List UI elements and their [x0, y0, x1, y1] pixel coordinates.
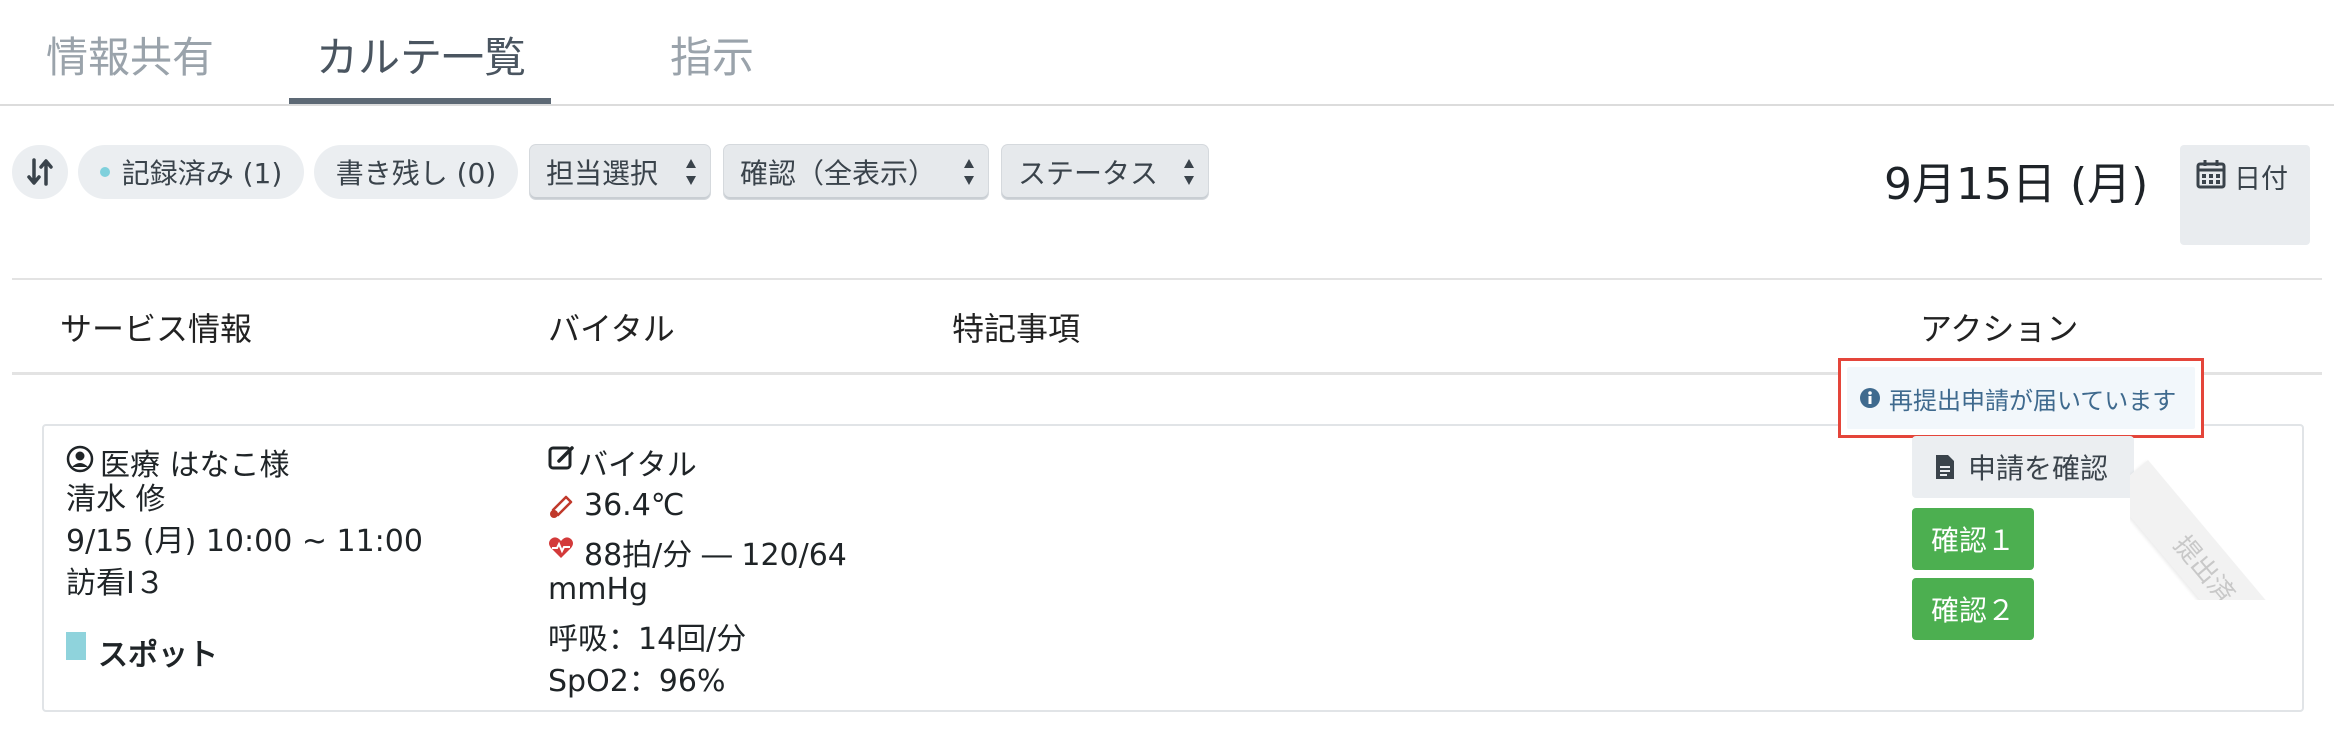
select-arrows-icon: [1184, 159, 1194, 185]
sort-button[interactable]: [12, 145, 68, 199]
check-request-button[interactable]: 申請を確認: [1912, 436, 2134, 498]
respiration: 呼吸：14回/分: [548, 622, 747, 657]
visit-type: スポット: [98, 638, 218, 673]
filter-recorded-label: 記録済み (1): [121, 157, 283, 190]
recorded-dot: [99, 167, 110, 177]
date-picker-button[interactable]: 日付: [2180, 145, 2310, 245]
check-request-label: 申請を確認: [1968, 452, 2109, 485]
user-circle-icon: [66, 445, 94, 473]
status-select[interactable]: ステータス: [1002, 145, 1208, 199]
sort-icon: [27, 158, 53, 186]
visit-datetime: 9/15 (月) 10:00 ~ 11:00: [66, 524, 423, 559]
pulse-blood-pressure: 88拍/分 ― 120/64: [584, 538, 847, 573]
tab-instructions[interactable]: 指示: [670, 24, 754, 85]
filter-recorded[interactable]: 記録済み (1): [78, 145, 304, 199]
status-select-label: ステータス: [1018, 157, 1159, 190]
header-service-info: サービス情報: [60, 310, 253, 348]
assignee-select-label: 担当選択: [546, 157, 659, 190]
header-actions: アクション: [1920, 310, 2079, 348]
resubmission-notice-text: 再提出申請が届いています: [1889, 386, 2177, 415]
header-notes: 特記事項: [952, 310, 1081, 348]
spo2: SpO2：96%: [548, 664, 726, 699]
select-arrows-icon: [964, 159, 974, 185]
edit-icon: [548, 446, 574, 470]
confirm-filter-select[interactable]: 確認（全表示）: [724, 145, 988, 199]
header-top-rule: [12, 278, 2322, 280]
confirm-2-button[interactable]: 確認２: [1912, 578, 2034, 640]
active-tab-indicator: [289, 98, 551, 104]
tab-chart-list[interactable]: カルテ一覧: [316, 24, 526, 85]
tab-bar: 情報共有 カルテ一覧 指示: [0, 0, 2334, 106]
service-code: 訪看Ⅰ３: [66, 566, 165, 601]
heart-pulse-icon: [549, 537, 573, 558]
visit-type-marker: [66, 632, 86, 660]
current-date: 9月15日 (月): [1884, 159, 2149, 210]
confirm-1-button[interactable]: 確認１: [1912, 508, 2034, 570]
staff-name: 清水 修: [66, 482, 166, 517]
calendar-icon: [2196, 160, 2226, 189]
resubmission-notice[interactable]: 再提出申請が届いています: [1838, 358, 2204, 438]
temperature: 36.4℃: [584, 488, 685, 523]
filter-unfinished-label: 書き残し (0): [335, 157, 497, 190]
info-icon: [1860, 388, 1880, 408]
document-icon: [1936, 455, 1954, 479]
vitals-link[interactable]: バイタル: [578, 440, 697, 484]
tab-info-share[interactable]: 情報共有: [46, 24, 214, 85]
resubmission-notice-body: 再提出申請が届いています: [1847, 367, 2195, 429]
select-arrows-icon: [686, 159, 696, 185]
thermometer-icon: [550, 495, 573, 518]
filter-unfinished[interactable]: 書き残し (0): [314, 145, 518, 199]
header-vitals: バイタル: [548, 310, 675, 348]
assignee-select[interactable]: 担当選択: [530, 145, 710, 199]
blood-pressure-unit: mmHg: [548, 572, 649, 607]
confirm-filter-label: 確認（全表示）: [740, 157, 937, 190]
date-picker-label: 日付: [2234, 164, 2288, 195]
